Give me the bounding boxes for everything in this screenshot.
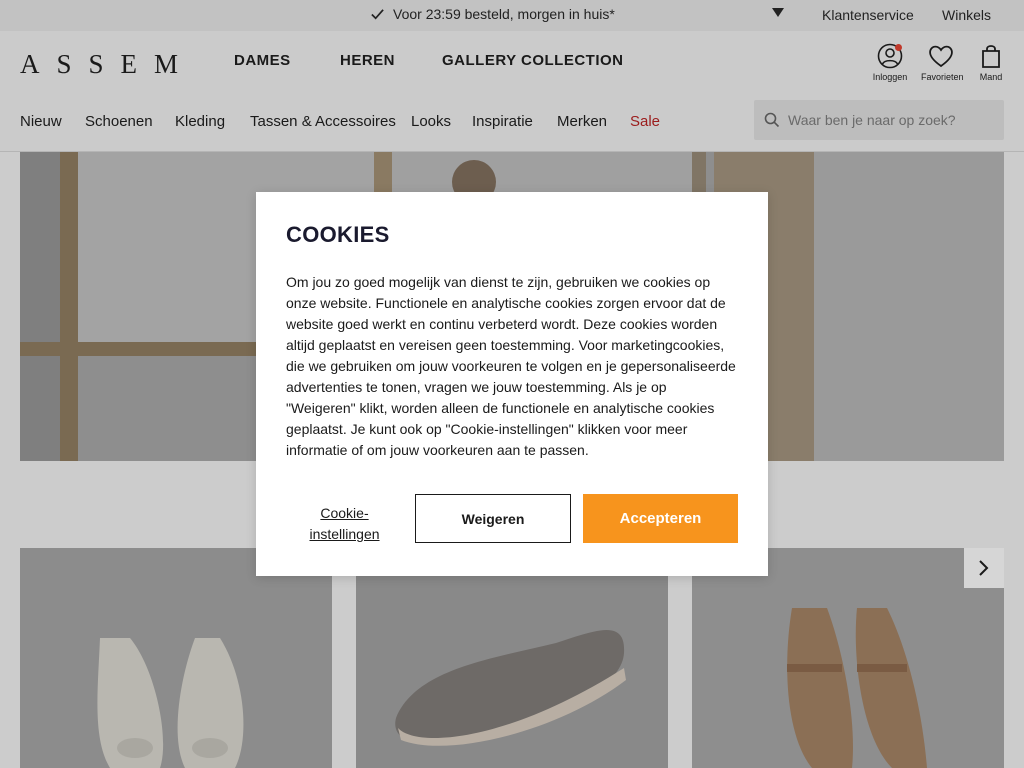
caret-down-icon[interactable] [772, 8, 784, 17]
search-box[interactable] [754, 100, 1004, 140]
product-image [692, 548, 1004, 768]
cart-label: Mand [979, 72, 1003, 82]
favorites-button[interactable]: Favorieten [921, 43, 964, 82]
product-tile[interactable] [20, 548, 332, 768]
nav-gallery-collection[interactable]: GALLERY COLLECTION [442, 52, 624, 69]
cookie-dialog-actions: Cookie-instellingen Weigeren Accepteren [286, 494, 738, 545]
bag-icon [982, 45, 1000, 68]
delivery-promo: Voor 23:59 besteld, morgen in huis* [370, 6, 615, 22]
nav-heren[interactable]: HEREN [340, 52, 395, 69]
cart-button[interactable]: Mand [971, 43, 1011, 82]
product-tile[interactable] [356, 548, 668, 768]
login-button[interactable]: Inloggen [870, 43, 910, 82]
notification-dot [895, 44, 902, 51]
search-input[interactable] [788, 112, 988, 128]
carousel-next-button[interactable] [964, 548, 1004, 588]
stores-link[interactable]: Winkels [942, 7, 991, 23]
product-image [356, 548, 668, 768]
nav-inspiratie[interactable]: Inspiratie [472, 113, 533, 130]
top-bar: Voor 23:59 besteld, morgen in huis* Klan… [0, 0, 1024, 31]
favorites-label: Favorieten [921, 72, 964, 82]
nav-sale[interactable]: Sale [630, 113, 660, 130]
login-label: Inloggen [872, 72, 908, 82]
refuse-cookies-button[interactable]: Weigeren [415, 494, 571, 543]
cookie-settings-button[interactable]: Cookie-instellingen [286, 503, 403, 545]
checkmark-icon [371, 8, 384, 19]
cookie-dialog: COOKIES Om jou zo goed mogelijk van dien… [256, 192, 768, 576]
nav-kleding[interactable]: Kleding [175, 113, 225, 130]
nav-nieuw[interactable]: Nieuw [20, 113, 62, 130]
cookie-dialog-title: COOKIES [286, 222, 390, 247]
product-carousel [20, 548, 1004, 768]
nav-tassen-accessoires[interactable]: Tassen & Accessoires [250, 113, 396, 130]
heart-icon [929, 45, 953, 68]
nav-dames[interactable]: DAMES [234, 52, 291, 69]
product-tile[interactable] [692, 548, 1004, 768]
customer-service-link[interactable]: Klantenservice [822, 7, 914, 23]
accept-cookies-button[interactable]: Accepteren [583, 494, 738, 543]
nav-looks[interactable]: Looks [411, 113, 451, 130]
nav-merken[interactable]: Merken [557, 113, 607, 130]
site-header: ASSEM DAMES HEREN GALLERY COLLECTION Inl… [0, 31, 1024, 152]
logo[interactable]: ASSEM [20, 49, 195, 80]
nav-schoenen[interactable]: Schoenen [85, 113, 153, 130]
cookie-dialog-body: Om jou zo goed mogelijk van dienst te zi… [286, 274, 736, 458]
chevron-right-icon [979, 560, 989, 576]
search-icon [764, 112, 780, 128]
product-image [20, 548, 332, 768]
delivery-promo-text: Voor 23:59 besteld, morgen in huis* [393, 6, 615, 22]
